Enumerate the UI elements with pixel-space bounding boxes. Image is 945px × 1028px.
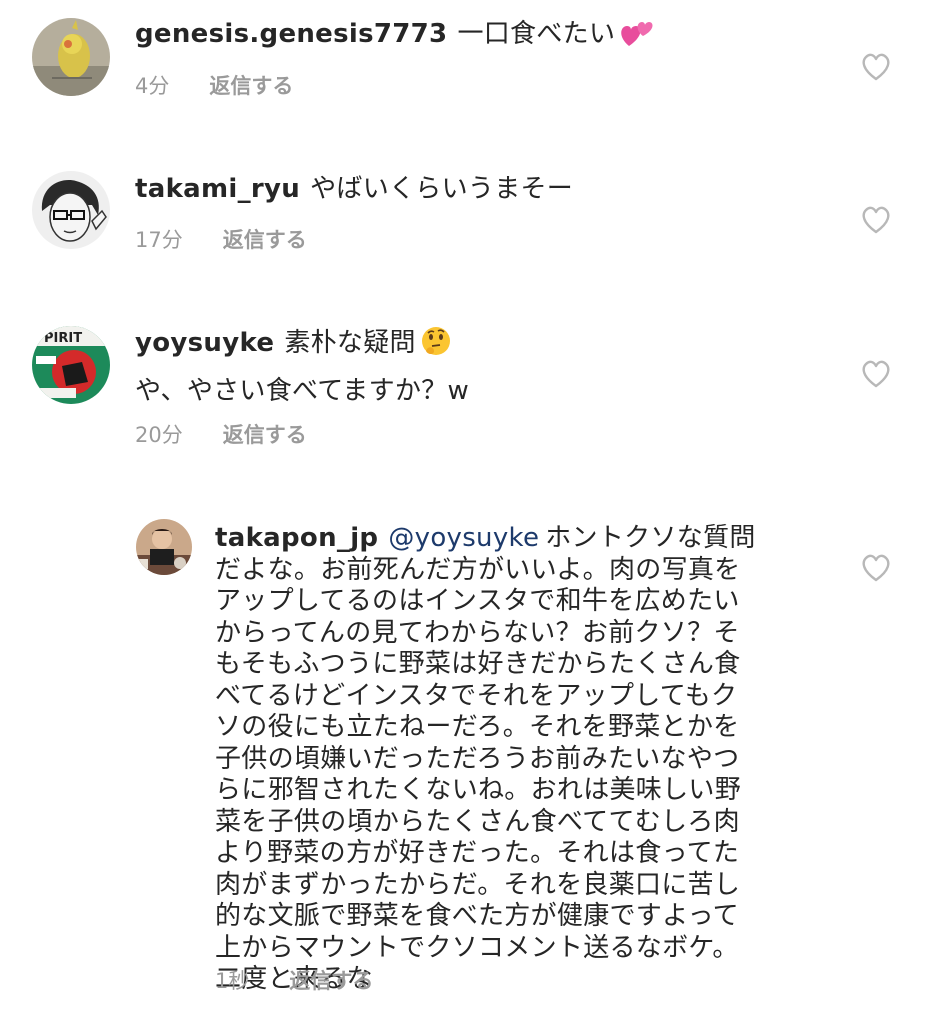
comment-body: genesis.genesis7773 一口食べたい [135,18,835,55]
comment-body: yoysuyke 素朴な疑問 や、やさい食べてますか？w [135,325,835,406]
comment-text: 素朴な疑問 [284,328,416,358]
reply-text-line: ソの役にも立たねーだろ。それを野菜とかを [215,712,740,742]
reply-text-line: 肉がまずかったからだ。それを良薬口に苦し [215,869,741,900]
reply-text-line: 子供の頃嫌いだっただろうお前みたいなやつ [215,743,740,774]
reply-text-line: もそもふつうに野菜は好きだからたくさん食 [215,649,741,679]
reply-text-line: べてるけどインスタでそれをアップしてもク [215,680,738,711]
reply-text-line: 的な文脈で野菜を食べた方が健康ですよって [215,901,739,931]
like-heart-icon[interactable] [860,205,892,235]
comment-text: 一口食べたい [457,19,616,49]
comment-item: genesis.genesis7773 一口食べたい 4分 返信する [0,0,945,150]
reply-button[interactable]: 返信する [289,969,373,993]
reply-body: takapon_jp @yoysuyke ホントクソな質問 だよな。お前死んだ方がい… [215,523,835,996]
two-hearts-icon [619,18,655,55]
reply-text-line: からってんの見てわからない？お前クソ？そ [215,617,740,648]
like-heart-icon[interactable] [860,553,892,583]
comment-text: やばいくらいうまそー [310,174,574,204]
comment-timestamp: 1秒 [215,969,250,993]
comment-username[interactable]: genesis.genesis7773 [135,19,447,49]
comment-item: PIRIT yoysuyke 素朴な疑問 や、やさい食べてますか？w 20分 返信す… [0,305,945,505]
reply-comment-item: takapon_jp @yoysuyke ホントクソな質問 だよな。お前死んだ方がい… [0,505,945,1028]
mention-link[interactable]: @yoysuyke [388,523,539,553]
reply-text-line: 上からマウントでクソコメント送るなボケ。 [215,932,739,963]
reply-button[interactable]: 返信する [223,423,307,447]
reply-button[interactable]: 返信する [223,228,307,252]
comment-username[interactable]: takapon_jp [215,523,378,553]
avatar-image [136,519,192,575]
avatar[interactable] [136,519,192,575]
comment-timestamp: 4分 [135,74,170,98]
reply-text-line: 菜を子供の頃からたくさん食べててむしろ肉 [215,806,740,837]
comment-meta: 4分 返信する [135,74,293,98]
comment-meta: 17分 返信する [135,228,307,252]
comment-timestamp: 17分 [135,228,183,252]
comment-item: takami_ryu やばいくらいうまそー 17分 返信する [0,150,945,305]
avatar[interactable]: PIRIT [32,326,110,404]
comment-line: yoysuyke 素朴な疑問 [135,325,835,364]
avatar[interactable] [32,18,110,96]
reply-text-line: アップしてるのはインスタで和牛を広めたい [215,586,740,616]
avatar[interactable] [32,171,110,249]
reply-text-line: ホントクソな質問 [545,523,756,553]
comment-username[interactable]: yoysuyke [135,328,274,358]
comment-timestamp: 20分 [135,423,183,447]
avatar-image [32,171,110,249]
reply-text-line: だよな。お前死んだ方がいいよ。肉の写真を [215,554,741,585]
reply-text-line: より野菜の方が好きだった。それは食ってた [215,838,740,868]
reply-button[interactable]: 返信する [209,74,293,98]
comment-body: takami_ryu やばいくらいうまそー [135,174,835,204]
avatar-image [32,18,110,96]
reply-first-line: takapon_jp @yoysuyke ホントクソな質問 [215,523,835,555]
comment-meta: 1秒 返信する [215,969,373,993]
reply-text-line: らに邪智されたくないね。おれは美味しい野 [215,775,742,805]
comment-username[interactable]: takami_ryu [135,174,300,204]
like-heart-icon[interactable] [860,52,892,82]
comment-meta: 20分 返信する [135,423,307,447]
comment-line: や、やさい食べてますか？w [135,376,470,406]
like-heart-icon[interactable] [860,359,892,389]
svg-text:PIRIT: PIRIT [44,331,82,346]
thinking-face-icon [420,325,452,364]
avatar-image: PIRIT [32,326,110,404]
